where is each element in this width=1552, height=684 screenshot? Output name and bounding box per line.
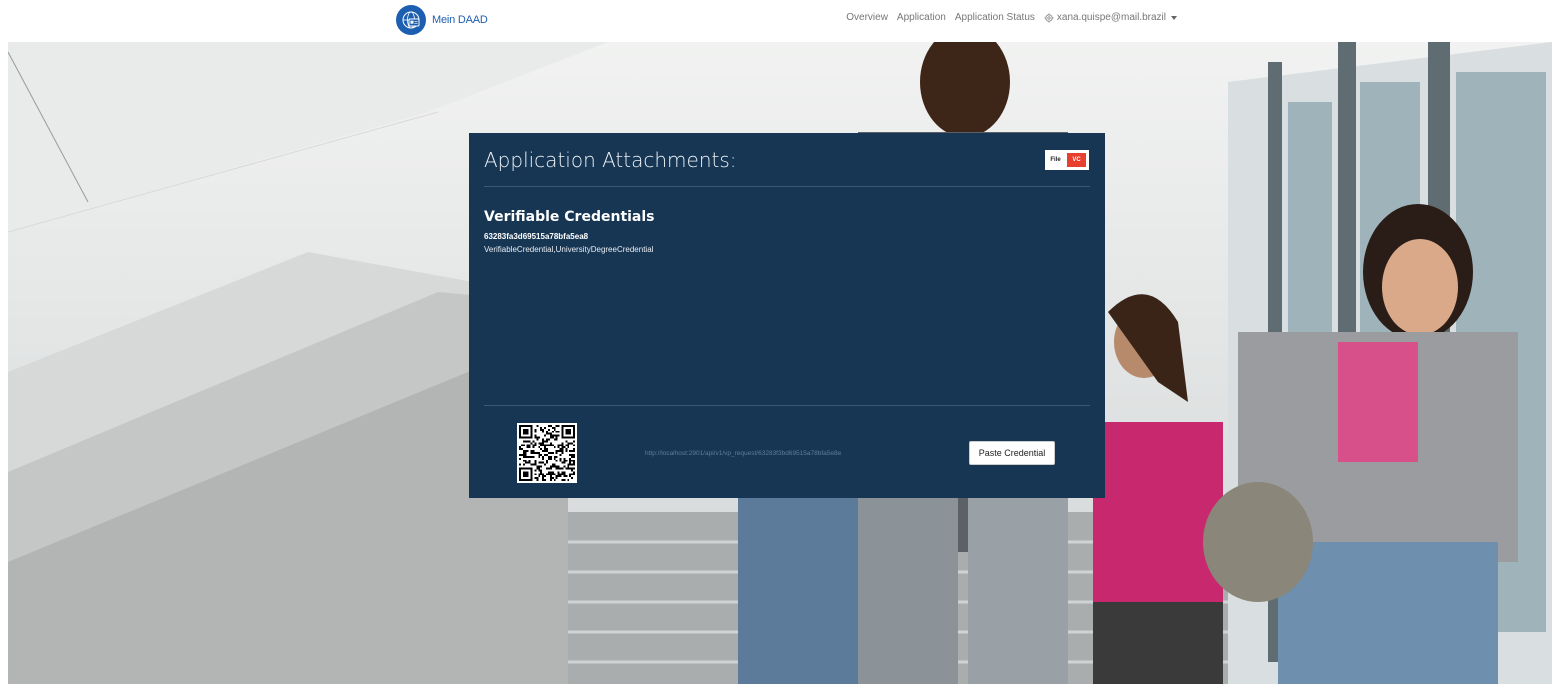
panel-title: Application Attachments: [484, 148, 737, 172]
attachment-type-toggle: File VC [1045, 150, 1089, 170]
vp-request-url: http://localhost:2901/api/v1/vp_request/… [645, 450, 842, 457]
verifiable-credentials-heading: Verifiable Credentials [484, 209, 655, 225]
globe-id-card-icon [396, 5, 426, 35]
gear-icon [1044, 13, 1054, 22]
user-email: xana.quispe@mail.brazil [1056, 12, 1166, 23]
nav-link-application[interactable]: Application [897, 12, 946, 23]
toggle-file-option[interactable]: File [1046, 151, 1065, 169]
nav-link-application-status[interactable]: Application Status [955, 12, 1035, 23]
panel-header-divider [484, 186, 1090, 187]
nav-link-overview[interactable]: Overview [846, 12, 888, 23]
toggle-vc-option[interactable]: VC [1067, 153, 1086, 167]
navbar: Mein DAAD Overview Application Applicati… [0, 0, 1552, 40]
credential-types: VerifiableCredential,UniversityDegreeCre… [484, 245, 654, 254]
brand-link[interactable]: Mein DAAD [396, 4, 488, 36]
panel-footer-divider [484, 405, 1090, 406]
nav-links: Overview Application Application Status … [846, 12, 1177, 23]
caret-down-icon [1171, 15, 1177, 20]
qr-code-icon [517, 423, 577, 483]
paste-credential-button[interactable]: Paste Credential [969, 441, 1055, 465]
credential-id: 63283fa3d69515a78bfa5ea8 [484, 232, 589, 241]
application-attachments-panel: Application Attachments: File VC Verifia… [469, 133, 1105, 498]
user-menu-dropdown[interactable]: xana.quispe@mail.brazil [1044, 12, 1177, 23]
brand-name: Mein DAAD [432, 14, 488, 26]
